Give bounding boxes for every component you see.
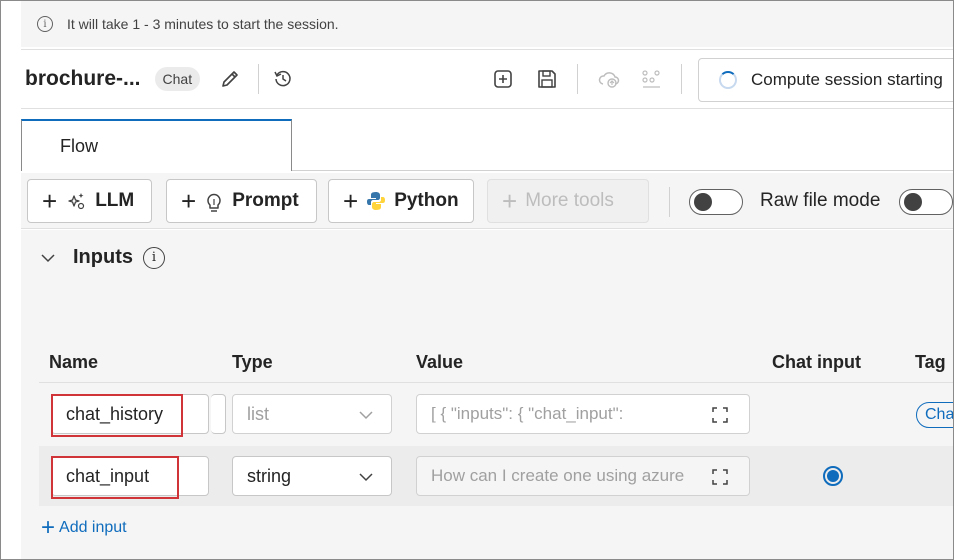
node-toolbar: + LLM + Prompt + Python + More tools Raw <box>21 173 953 229</box>
info-banner: i It will take 1 - 3 minutes to start th… <box>21 1 953 47</box>
plus-icon: + <box>42 186 58 216</box>
add-node-icon[interactable] <box>489 65 517 93</box>
chat-input-radio[interactable] <box>823 466 843 486</box>
divider <box>211 394 226 434</box>
divider <box>681 64 682 94</box>
input-type-value: list <box>247 403 269 424</box>
expand-icon[interactable] <box>711 406 729 429</box>
input-name-value: chat_input <box>66 465 150 486</box>
input-value-text: How can I create one using azure <box>431 466 685 485</box>
input-name-field[interactable]: chat_input <box>51 456 209 496</box>
loading-spinner-icon <box>719 71 737 89</box>
info-message: It will take 1 - 3 minutes to start the … <box>67 16 339 32</box>
add-python-button[interactable]: + Python <box>328 179 474 223</box>
raw-file-mode-label: Raw file mode <box>760 190 881 211</box>
plus-icon: + <box>181 186 197 216</box>
tab-bar: Flow <box>21 117 953 171</box>
chevron-down-icon[interactable] <box>39 249 57 267</box>
dots-grid-icon <box>637 65 665 93</box>
toggle-switch[interactable] <box>689 189 743 215</box>
chevron-down-icon <box>357 468 375 491</box>
plus-icon: + <box>41 514 56 541</box>
tag-text: Chat <box>925 406 954 423</box>
add-prompt-button[interactable]: + Prompt <box>166 179 317 223</box>
raw-file-mode-toggle[interactable] <box>899 189 953 215</box>
more-tools-label: More tools <box>525 190 614 211</box>
input-type-select[interactable]: string <box>232 456 392 496</box>
edit-pencil-icon[interactable] <box>216 65 244 93</box>
lightbulb-icon <box>204 190 224 212</box>
add-llm-button[interactable]: + LLM <box>27 179 152 223</box>
compute-session-button[interactable]: Compute session starting <box>698 58 953 102</box>
input-type-value: string <box>247 465 292 486</box>
flow-title[interactable]: brochure-... <box>25 67 141 91</box>
python-icon <box>366 191 386 211</box>
divider <box>258 64 260 94</box>
col-header-type: Type <box>232 352 273 372</box>
divider <box>39 382 953 383</box>
expand-icon[interactable] <box>711 468 729 491</box>
llm-label: LLM <box>95 190 135 211</box>
input-type-select[interactable]: list <box>232 394 392 434</box>
plus-icon: + <box>343 186 359 216</box>
llm-icon <box>65 190 87 212</box>
session-status: Compute session starting <box>751 70 943 89</box>
section-title: Inputs <box>73 246 133 268</box>
flow-header: brochure-... Chat Compute session starti… <box>21 49 953 109</box>
add-input-label: Add input <box>59 519 127 536</box>
input-name-field[interactable]: chat_history <box>51 394 209 434</box>
col-header-value: Value <box>416 352 464 372</box>
tag-chip: Chat <box>916 402 954 428</box>
save-icon[interactable] <box>533 65 561 93</box>
col-header-tag: Tag <box>915 352 946 372</box>
input-row-chat-history: chat_history list [ { "inputs": { "chat_… <box>39 384 954 444</box>
divider <box>669 187 670 217</box>
flow-editor: i It will take 1 - 3 minutes to start th… <box>0 0 954 560</box>
col-header-chat-input: Chat input <box>772 352 861 372</box>
prompt-label: Prompt <box>232 190 299 211</box>
input-value-field[interactable]: How can I create one using azure <box>416 456 750 496</box>
inputs-panel: Inputs i Name Type Value Chat input Tag … <box>21 230 954 559</box>
input-value-field[interactable]: [ { "inputs": { "chat_input": <box>416 394 750 434</box>
info-icon[interactable]: i <box>143 246 165 269</box>
input-value-text: [ { "inputs": { "chat_input": <box>431 404 624 423</box>
tab-flow[interactable]: Flow <box>21 119 292 171</box>
col-header-name: Name <box>49 352 99 372</box>
python-label: Python <box>394 190 459 211</box>
input-row-chat-input: chat_input string How can I create one u… <box>39 446 953 506</box>
chevron-down-icon <box>357 406 375 429</box>
add-input-button[interactable]: + Add input <box>41 516 127 540</box>
history-icon[interactable] <box>269 65 297 93</box>
divider <box>577 64 578 94</box>
cloud-upload-icon <box>595 65 623 93</box>
plus-icon: + <box>502 186 518 216</box>
flow-type-chip: Chat <box>154 67 201 91</box>
input-name-value: chat_history <box>66 403 164 424</box>
info-icon: i <box>37 16 53 32</box>
more-tools-button[interactable]: + More tools <box>487 179 649 223</box>
inputs-section-header[interactable]: Inputs i <box>39 246 165 269</box>
